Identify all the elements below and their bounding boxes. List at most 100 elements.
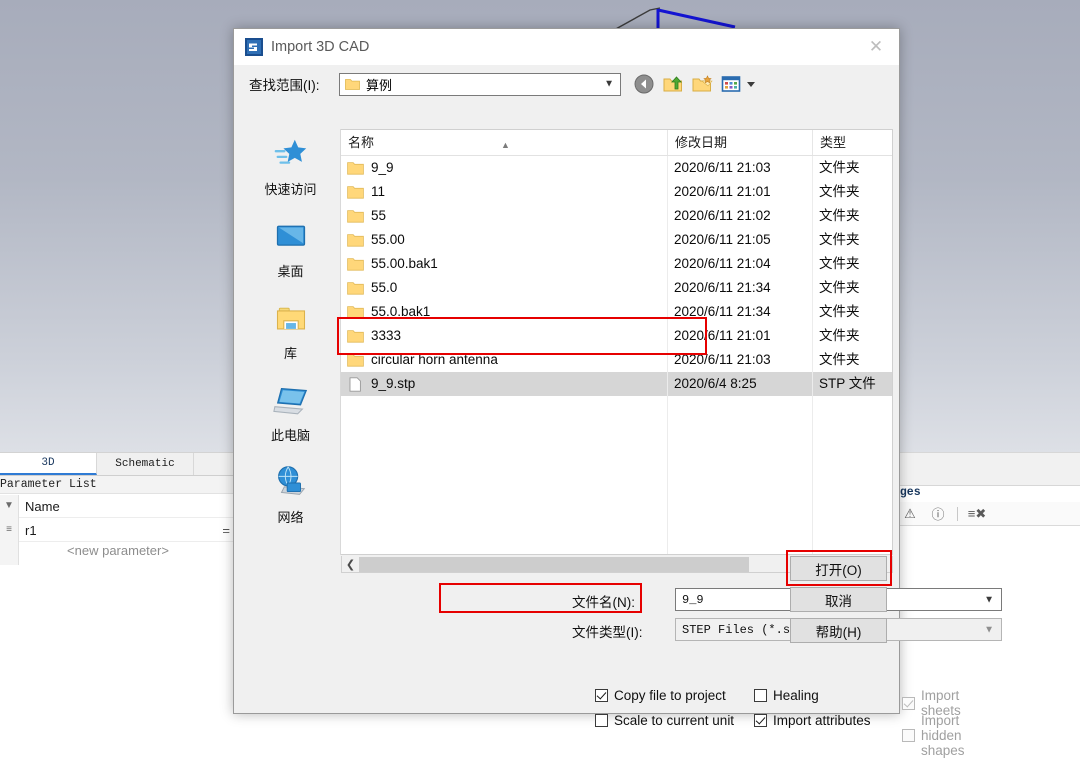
- place-library[interactable]: 库: [241, 293, 340, 375]
- checkbox-icon[interactable]: [595, 714, 608, 727]
- option-label: Import hidden shapes: [921, 713, 965, 758]
- folder-icon: [347, 305, 364, 319]
- chevron-left-icon[interactable]: ❮: [342, 557, 359, 572]
- navigation-toolbar: [633, 73, 755, 95]
- chevron-down-icon[interactable]: ▼: [984, 624, 994, 635]
- look-in-combobox[interactable]: 算例 ▼: [339, 72, 621, 96]
- folder-up-icon[interactable]: [662, 73, 684, 95]
- tab-schematic[interactable]: Schematic: [97, 453, 194, 475]
- toolbar-divider: [957, 506, 958, 521]
- folder-icon: [347, 257, 364, 271]
- checkbox-icon[interactable]: [754, 714, 767, 727]
- file-name-text: circular horn antenna: [371, 352, 498, 367]
- option-import-attributes[interactable]: Import attributes: [754, 713, 871, 728]
- file-date-cell: 2020/6/11 21:03: [674, 160, 771, 175]
- scrollbar-thumb[interactable]: [359, 556, 749, 572]
- parameter-row-r1[interactable]: r1 =: [19, 519, 236, 542]
- import-options: Copy file to project Scale to current un…: [234, 684, 965, 758]
- option-healing[interactable]: Healing: [754, 688, 819, 703]
- views-icon[interactable]: [720, 73, 742, 95]
- column-header-type[interactable]: 类型: [812, 130, 891, 155]
- option-scale-to-current-unit[interactable]: Scale to current unit: [595, 713, 734, 728]
- file-type-cell: 文件夹: [819, 352, 860, 367]
- file-name-text: 55.00: [371, 232, 405, 247]
- parameter-header-name: Name: [25, 499, 60, 514]
- place-desktop[interactable]: 桌面: [241, 211, 340, 293]
- place-network[interactable]: 网络: [241, 457, 340, 539]
- file-date-cell: 2020/6/11 21:05: [674, 232, 771, 247]
- file-name-text: 55: [371, 208, 387, 223]
- right-dock-panel: ages ⚠ ⓘ ≡✖: [893, 452, 1080, 714]
- chevron-down-icon[interactable]: [747, 81, 755, 87]
- look-in-label: 查找范围(I):: [249, 78, 320, 93]
- file-name-cell: 55: [341, 204, 667, 228]
- warning-icon[interactable]: ⚠: [901, 505, 919, 523]
- file-icon: [349, 376, 361, 392]
- filter-icon[interactable]: ▼: [2, 499, 16, 513]
- checkbox-icon[interactable]: [754, 689, 767, 702]
- info-icon[interactable]: ⓘ: [929, 505, 947, 523]
- file-date-cell: 2020/6/11 21:34: [674, 280, 771, 295]
- clear-messages-icon[interactable]: ≡✖: [968, 505, 986, 523]
- file-type-cell: 文件夹: [819, 232, 860, 247]
- place-label: 库: [283, 346, 297, 361]
- column-header-date[interactable]: 修改日期: [667, 130, 812, 155]
- back-arrow-icon[interactable]: [633, 73, 655, 95]
- place-this-pc[interactable]: 此电脑: [241, 375, 340, 457]
- option-label: Scale to current unit: [614, 713, 735, 728]
- parameter-equals-sign: =: [222, 523, 230, 538]
- file-name-cell: 11: [341, 180, 667, 204]
- file-type-cell: 文件夹: [819, 328, 860, 343]
- option-label: Copy file to project: [614, 688, 726, 703]
- open-button[interactable]: 打开(O): [790, 556, 887, 581]
- file-type-cell: STP 文件: [819, 376, 876, 391]
- folder-icon: [347, 209, 364, 223]
- checkbox-icon[interactable]: [595, 689, 608, 702]
- place-label: 桌面: [277, 264, 304, 279]
- help-button[interactable]: 帮助(H): [790, 618, 887, 643]
- file-list-header: 名称 ▲ 修改日期 类型: [341, 130, 892, 156]
- table-row[interactable]: 9_9 2020/6/11 21:03 文件夹: [341, 156, 892, 180]
- chevron-down-icon[interactable]: ▼: [604, 79, 614, 90]
- file-date-cell: 2020/6/11 21:01: [674, 184, 771, 199]
- file-list[interactable]: 名称 ▲ 修改日期 类型 9_9 2020/6/11 21:03 文件夹 11 2020…: [341, 129, 893, 555]
- table-row[interactable]: 3333 2020/6/11 21:01 文件夹: [341, 324, 892, 348]
- tab-schematic-label: Schematic: [115, 458, 175, 470]
- table-row[interactable]: circular horn antenna 2020/6/11 21:03 文件夹: [341, 348, 892, 372]
- table-row[interactable]: 55.00 2020/6/11 21:05 文件夹: [341, 228, 892, 252]
- new-folder-icon[interactable]: [691, 73, 713, 95]
- cancel-button[interactable]: 取消: [790, 587, 887, 612]
- network-globe-icon: [271, 463, 311, 503]
- look-in-bar: 查找范围(I): 算例 ▼: [234, 65, 899, 103]
- table-row[interactable]: 55 2020/6/11 21:02 文件夹: [341, 204, 892, 228]
- place-quick-access[interactable]: 快速访问: [241, 129, 340, 211]
- right-dock-header: [893, 452, 1080, 486]
- tab-3d[interactable]: 3D: [0, 453, 97, 475]
- desktop-monitor-icon: [271, 217, 311, 257]
- chevron-down-icon[interactable]: ▼: [984, 594, 994, 605]
- tab-3d-label: 3D: [41, 457, 55, 469]
- place-label: 快速访问: [264, 182, 317, 197]
- dialog-titlebar[interactable]: Import 3D CAD ✕: [234, 29, 899, 65]
- column-header-name[interactable]: 名称 ▲: [341, 130, 667, 155]
- places-bar: 快速访问 桌面 库 此电脑 网络: [241, 129, 341, 555]
- table-row[interactable]: 55.00.bak1 2020/6/11 21:04 文件夹: [341, 252, 892, 276]
- tabstrip-separator: [194, 453, 206, 475]
- table-row[interactable]: 11 2020/6/11 21:01 文件夹: [341, 180, 892, 204]
- file-name-text: 3333: [371, 328, 402, 343]
- file-name-cell: 55.00.bak1: [341, 252, 667, 276]
- folder-icon: [347, 185, 364, 199]
- column-divider: [667, 156, 668, 554]
- column-date-label: 修改日期: [675, 135, 728, 150]
- file-name-text: 55.0.bak1: [371, 304, 431, 319]
- table-row[interactable]: 55.0 2020/6/11 21:34 文件夹: [341, 276, 892, 300]
- option-copy-file-to-project[interactable]: Copy file to project: [595, 688, 726, 703]
- new-parameter-placeholder[interactable]: <new parameter>: [0, 543, 236, 558]
- option-import-hidden-shapes: Import hidden shapes: [902, 713, 965, 758]
- option-label: Import attributes: [773, 713, 871, 728]
- look-in-value: 算例: [366, 77, 393, 93]
- table-row[interactable]: 9_9.stp 2020/6/4 8:25 STP 文件: [341, 372, 892, 396]
- this-pc-icon: [271, 381, 311, 421]
- table-row[interactable]: 55.0.bak1 2020/6/11 21:34 文件夹: [341, 300, 892, 324]
- close-icon[interactable]: ✕: [853, 29, 899, 65]
